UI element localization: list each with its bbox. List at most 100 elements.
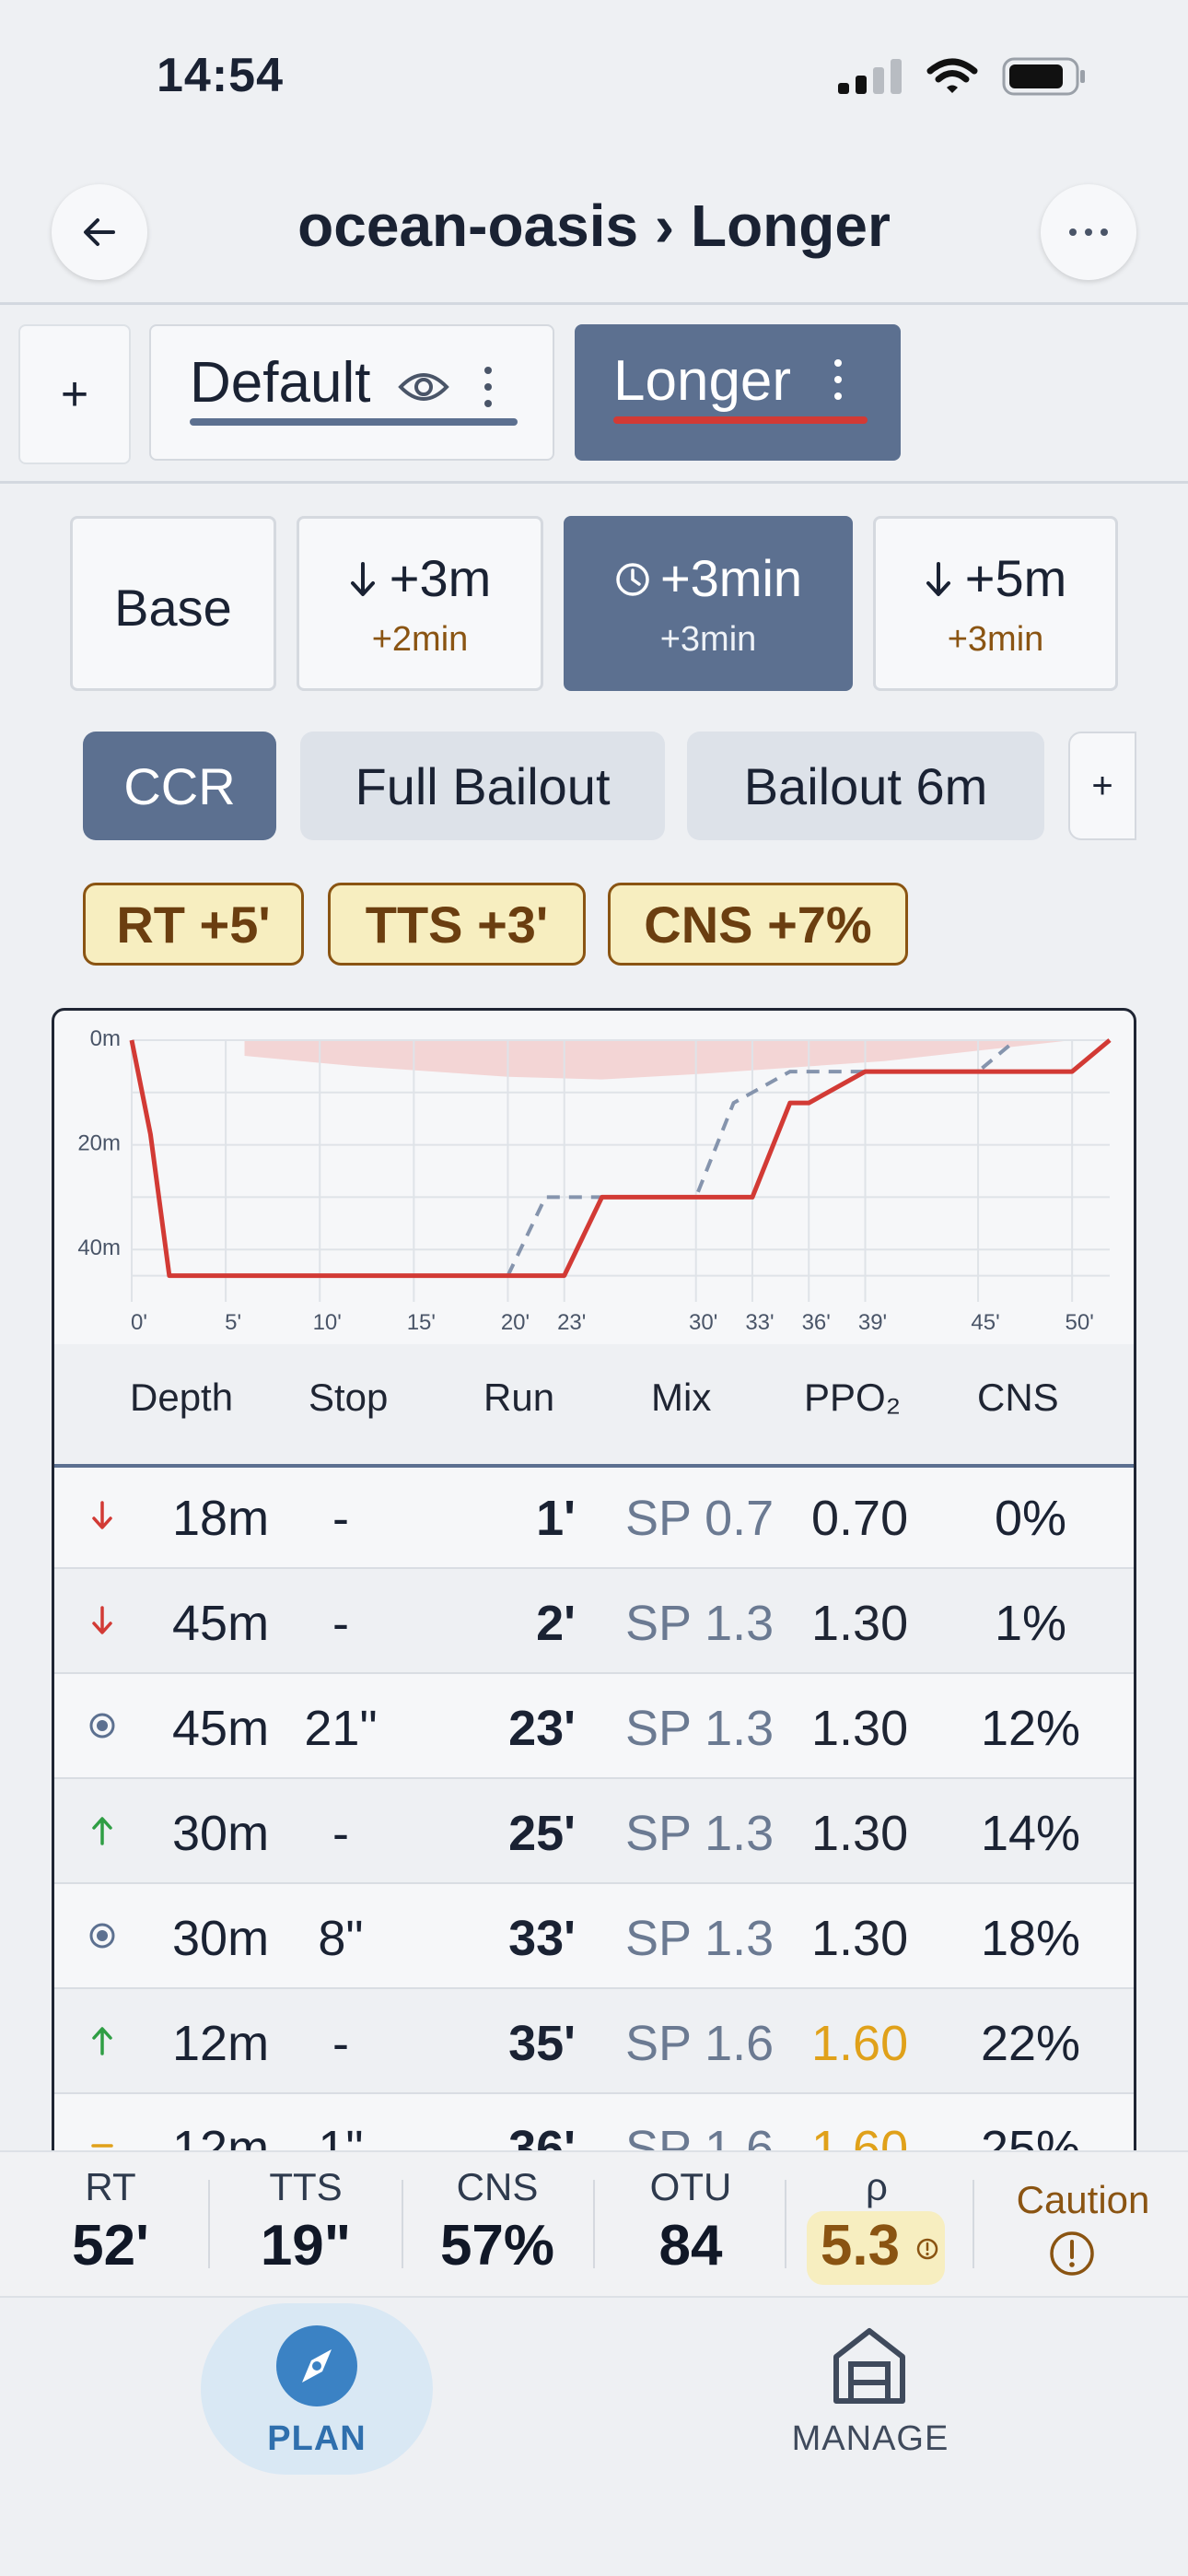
cell-run: 2' [536,1596,576,1651]
variant-time-3min-sub: +3min [659,620,757,659]
wifi-icon [926,58,978,93]
th-depth: Depth [130,1376,234,1419]
cell-depth: 45m [172,1701,270,1756]
variant-depth-3m-button[interactable]: +3m +2min [297,516,543,691]
add-plan-button[interactable]: + [18,324,131,464]
variant-base-button[interactable]: Base [70,516,276,691]
clock-icon [616,563,649,596]
cell-ppo2: 1.30 [811,1911,909,1966]
summary-rho-value: 5.3 [820,2214,901,2277]
th-cns: CNS [977,1376,1059,1419]
th-stop: Stop [309,1376,389,1419]
delta-cns-badge: CNS +7% [608,883,908,966]
summary-rho-label: ρ [866,2165,888,2208]
table-row[interactable]: 12m - 35' SP 1.6 1.60 22% [54,1989,1134,2094]
x-tick-label: 10' [313,1310,342,1335]
cell-depth: 18m [172,1491,270,1546]
mode-add-button[interactable]: + [1068,732,1136,840]
variant-depth-5m-main: +5m [876,548,1115,608]
eye-icon[interactable] [398,369,449,405]
table-row[interactable]: 45m 21" 23' SP 1.3 1.30 12% [54,1674,1134,1779]
th-mix: Mix [651,1376,712,1419]
cell-stop: - [332,1491,349,1546]
cell-mix: SP 1.3 [625,1701,775,1756]
variant-depth-3m-sub: +2min [371,620,469,659]
variant-depth-5m-sub: +3min [947,620,1044,659]
ascent-arrow-icon [92,2027,112,2055]
descent-arrow-icon [92,1501,112,1529]
status-icons [838,57,1087,96]
nav-manage-label[interactable]: MANAGE [755,2419,985,2459]
cell-depth: 45m [172,1596,270,1651]
x-tick-label: 23' [557,1310,586,1335]
table-row[interactable]: 30m 8" 33' SP 1.3 1.30 18% [54,1884,1134,1989]
archive-icon[interactable] [831,2325,908,2406]
table-header: Depth Stop Run Mix PPO₂ CNS [54,1344,1134,1468]
ascent-arrow-icon [92,1817,112,1845]
summary-cns-label: CNS [456,2165,539,2208]
delta-rt-badge: RT +5' [83,883,304,966]
x-tick-label: 5' [225,1310,241,1335]
variant-depth-3m-main: +3m [299,548,541,608]
cell-run: 1' [536,1491,576,1546]
variant-depth-5m-button[interactable]: +5m +3min [873,516,1118,691]
cell-mix: SP 1.3 [625,1596,775,1651]
tab-default[interactable]: Default [149,324,554,461]
cell-cns: 1% [994,1596,1067,1651]
status-time: 14:54 [157,49,284,102]
page-title: ocean-oasis › Longer [297,193,891,259]
kebab-icon[interactable] [483,365,494,409]
variant-time-3min-main: +3min [566,548,850,608]
cell-ppo2: 1.30 [811,1806,909,1861]
more-button[interactable] [1041,184,1136,280]
stop-dot-icon [89,1923,115,1949]
cell-cns: 18% [980,1911,1081,1966]
summary-cns-value: 57% [439,2214,555,2277]
mode-ccr-button[interactable]: CCR [83,732,276,840]
summary-divider [402,2180,403,2268]
compass-icon[interactable] [274,2324,359,2408]
cell-stop: - [332,1596,349,1651]
summary-tts-label: TTS [269,2165,343,2208]
table-row[interactable]: 30m - 25' SP 1.3 1.30 14% [54,1779,1134,1884]
kebab-icon[interactable] [833,357,844,402]
cell-stop: 8" [318,1911,364,1966]
variant-depth-5m-label: +5m [964,549,1067,607]
summary-otu-label: OTU [649,2165,732,2208]
nav-plan-label[interactable]: PLAN [201,2419,433,2459]
profile-card: 0m 20m 40m 0' 5' 10' 15' 20' 23' 30' 33' 36' 39' 45' 5… [52,1008,1136,2206]
signal-icon [838,59,902,94]
variant-time-3min-button[interactable]: +3min +3min [564,516,853,691]
cell-stop: - [332,1806,349,1861]
dive-profile-chart: 0m 20m 40m 0' 5' 10' 15' 20' 23' 30' 33' 36' 39' 45' 5… [77,1026,1112,1335]
cell-depth: 12m [172,2016,270,2071]
y-tick-label: 20m [77,1131,121,1156]
summary-divider [785,2180,786,2268]
table-row[interactable]: 45m - 2' SP 1.3 1.30 1% [54,1569,1134,1674]
x-tick-label: 33' [745,1310,774,1335]
x-tick-label: 50' [1066,1310,1094,1335]
summary-rt-value: 52' [72,2214,149,2277]
x-tick-label: 20' [501,1310,530,1335]
summary-caution-label: Caution [1016,2178,1150,2221]
cell-cns: 12% [980,1701,1081,1756]
mode-full-bailout-button[interactable]: Full Bailout [300,732,665,840]
summary-bar: RT 52' TTS 19" CNS 57% OTU 84 ρ 5.3 Caut… [0,2150,1188,2298]
x-tick-label: 15' [407,1310,436,1335]
arrow-down-icon [926,562,950,596]
caution-icon[interactable] [1048,2230,1096,2277]
summary-rt-label: RT [85,2165,136,2208]
x-tick-label: 0' [131,1310,147,1335]
battery-icon [1002,57,1085,96]
variant-time-3min-label: +3min [659,549,803,607]
descent-arrow-icon [92,1606,112,1634]
arrow-down-icon [350,562,375,596]
cell-run: 35' [508,2016,576,2071]
mode-bailout-6m-button[interactable]: Bailout 6m [687,732,1044,840]
tab-longer-label: Longer [613,349,792,413]
info-circle-icon[interactable] [915,2237,939,2261]
table-row[interactable]: 18m - 1' SP 0.7 0.70 0% [54,1464,1134,1569]
tab-default-underline [190,418,518,426]
cell-run: 25' [508,1806,576,1861]
tab-longer[interactable]: Longer [575,324,901,461]
